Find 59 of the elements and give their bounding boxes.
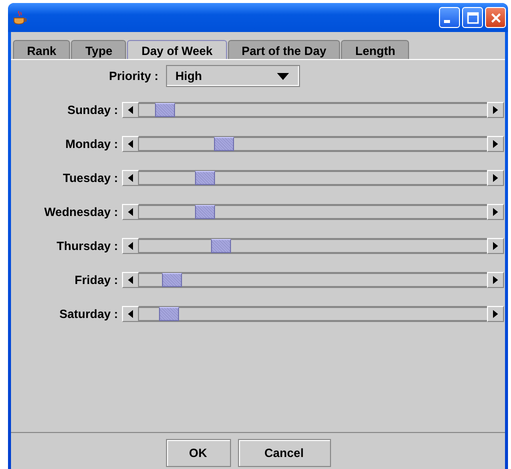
scroll-left-button[interactable] — [122, 272, 139, 288]
tab[interactable]: Rank — [13, 40, 70, 59]
scroll-right-button[interactable] — [487, 170, 504, 186]
slider-thumb[interactable] — [194, 170, 215, 184]
scroll-right-button[interactable] — [487, 136, 504, 152]
day-label: Monday : — [64, 136, 119, 150]
right-arrow-icon — [493, 310, 498, 318]
close-button[interactable] — [485, 7, 506, 28]
scroll-left-button[interactable] — [122, 204, 139, 220]
scroll-left-button[interactable] — [122, 306, 139, 322]
dialog-button[interactable]: OK — [166, 439, 230, 467]
minimize-icon — [444, 20, 450, 23]
tab[interactable]: Type — [71, 40, 126, 59]
dialog-button[interactable]: Cancel — [238, 439, 330, 467]
tab[interactable]: Length — [341, 40, 410, 59]
left-arrow-icon — [128, 242, 133, 250]
slider-thumb[interactable] — [162, 272, 182, 286]
scroll-right-button[interactable] — [487, 102, 504, 118]
scroll-right-button[interactable] — [487, 306, 504, 322]
right-arrow-icon — [493, 106, 498, 114]
right-arrow-icon — [493, 140, 498, 148]
scroll-right-button[interactable] — [487, 272, 504, 288]
left-arrow-icon — [128, 276, 133, 284]
priority-dropdown[interactable]: High — [166, 65, 300, 87]
day-label: Friday : — [74, 272, 119, 286]
left-arrow-icon — [128, 140, 133, 148]
scroll-left-button[interactable] — [122, 102, 139, 118]
day-label: Saturday : — [58, 306, 119, 320]
scroll-left-button[interactable] — [122, 170, 139, 186]
maximize-icon — [466, 12, 478, 24]
right-arrow-icon — [493, 276, 498, 284]
day-label: Wednesday : — [43, 204, 119, 218]
coffee-cup-icon — [12, 10, 28, 26]
left-arrow-icon — [128, 310, 133, 318]
left-arrow-icon — [128, 174, 133, 182]
day-label: Thursday : — [56, 238, 119, 252]
slider-thumb[interactable] — [211, 238, 232, 252]
scroll-right-button[interactable] — [487, 238, 504, 254]
scroll-left-button[interactable] — [122, 238, 139, 254]
minimize-button[interactable] — [439, 7, 460, 28]
left-arrow-icon — [128, 106, 133, 114]
day-label: Sunday : — [66, 102, 119, 116]
left-arrow-icon — [128, 208, 133, 216]
caret-icon — [277, 72, 290, 80]
tab[interactable]: Part of the Day — [228, 40, 340, 59]
tab[interactable]: Day of Week — [127, 40, 227, 59]
scroll-left-button[interactable] — [122, 136, 139, 152]
slider-thumb[interactable] — [214, 136, 234, 150]
right-arrow-icon — [493, 208, 498, 216]
day-label: Tuesday : — [62, 170, 119, 184]
right-arrow-icon — [493, 174, 498, 182]
slider-thumb[interactable] — [158, 306, 179, 320]
slider-thumb[interactable] — [194, 204, 215, 218]
scroll-right-button[interactable] — [487, 204, 504, 220]
close-icon — [490, 12, 502, 24]
right-arrow-icon — [493, 242, 498, 250]
slider-thumb[interactable] — [155, 102, 176, 116]
priority-label: Priority : — [109, 69, 158, 83]
maximize-button[interactable] — [462, 7, 483, 28]
